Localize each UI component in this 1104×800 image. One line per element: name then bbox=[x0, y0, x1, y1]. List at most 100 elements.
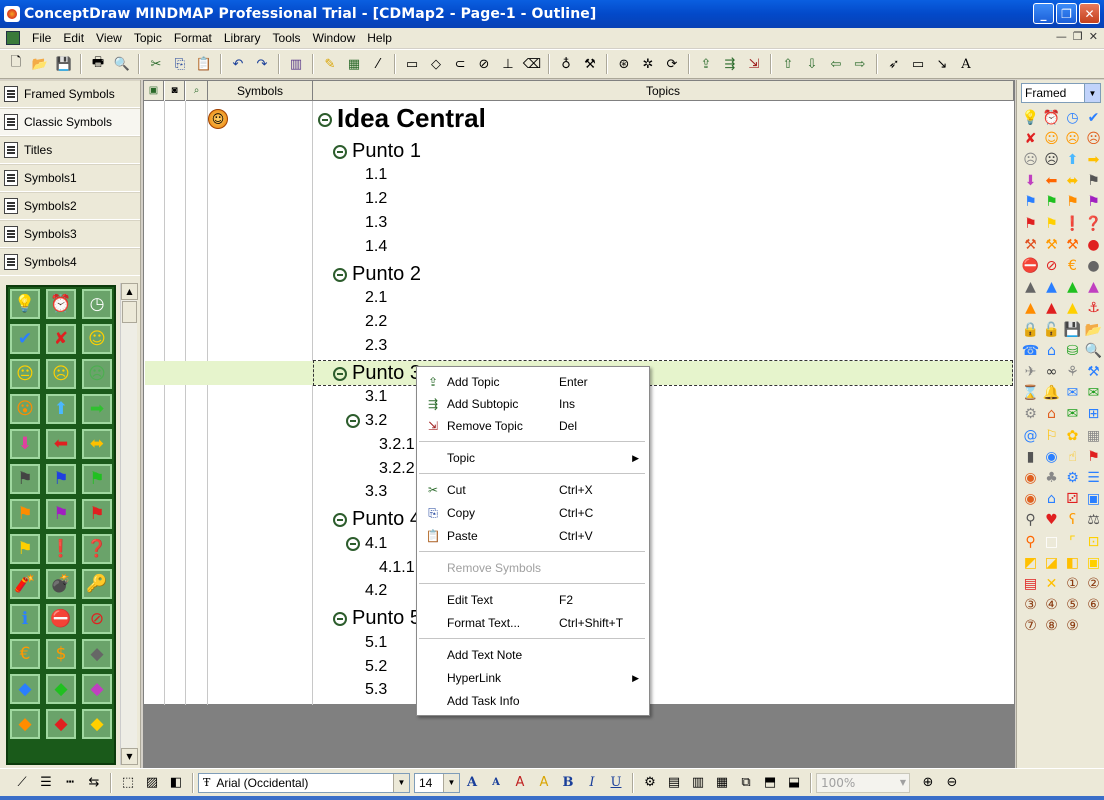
tab-symbols1[interactable]: Symbols1 bbox=[0, 164, 140, 192]
smiley-symbol-icon[interactable]: ☺ bbox=[208, 109, 228, 129]
checkmark-icon[interactable]: ✔ bbox=[10, 324, 40, 354]
topic-punto-5[interactable]: Punto 5 bbox=[333, 607, 421, 630]
app-icon[interactable] bbox=[4, 6, 20, 22]
half-icon[interactable]: ◩ bbox=[1021, 553, 1040, 572]
print-preview-icon[interactable]: 🔍 bbox=[112, 54, 132, 74]
bomb-icon[interactable]: 💣 bbox=[46, 569, 76, 599]
arrow-right-icon[interactable]: ➡ bbox=[1084, 150, 1103, 169]
globe-icon[interactable]: ◉ bbox=[1042, 447, 1061, 466]
info-icon[interactable]: ℹ bbox=[10, 604, 40, 634]
arrow-right-icon[interactable]: ➡ bbox=[82, 394, 112, 424]
flag-yellow-icon[interactable]: ⚑ bbox=[10, 534, 40, 564]
arrow-up-icon[interactable]: ⬆ bbox=[1063, 150, 1082, 169]
rotate-icon[interactable]: ⟳ bbox=[662, 54, 682, 74]
flag-blue-icon[interactable]: ⚑ bbox=[46, 464, 76, 494]
close-button[interactable]: ✕ bbox=[1079, 3, 1100, 24]
open-icon[interactable]: 📂 bbox=[30, 54, 50, 74]
gear-icon[interactable]: ⚙ bbox=[1021, 405, 1040, 424]
bear-icon[interactable]: ʕ bbox=[1063, 511, 1082, 530]
cross-icon[interactable]: ✘ bbox=[1021, 129, 1040, 148]
grid-icon[interactable]: ▦ bbox=[344, 54, 364, 74]
menu-item-format-text[interactable]: Format Text... Ctrl+Shift+T bbox=[419, 612, 647, 634]
question-icon[interactable]: ❓ bbox=[82, 534, 112, 564]
square-icon[interactable]: □ bbox=[1042, 532, 1061, 551]
no-entry-icon[interactable]: ⊘ bbox=[82, 604, 112, 634]
cross-icon[interactable]: ✘ bbox=[46, 324, 76, 354]
x-icon[interactable]: ✕ bbox=[1042, 574, 1061, 593]
heart-icon[interactable]: ♥ bbox=[1042, 511, 1061, 530]
menu-item-remove-topic[interactable]: ⇲ Remove Topic Del bbox=[419, 415, 647, 437]
map-layout-icon[interactable]: ⚙ bbox=[640, 773, 660, 793]
arrow-left-icon[interactable]: ⬅ bbox=[1042, 172, 1061, 191]
tab-symbols3[interactable]: Symbols3 bbox=[0, 220, 140, 248]
pointer-icon[interactable]: ➶ bbox=[884, 54, 904, 74]
project-icon[interactable]: ⬓ bbox=[784, 773, 804, 793]
chevron-down-icon[interactable]: ▼ bbox=[443, 773, 459, 792]
dynamite-icon[interactable]: 🧨 bbox=[10, 569, 40, 599]
calculator-icon[interactable]: ▦ bbox=[1084, 426, 1103, 445]
sick-face-icon[interactable]: ☹ bbox=[1021, 150, 1040, 169]
phone-icon[interactable]: ▮ bbox=[1021, 447, 1040, 466]
tag-icon[interactable]: ◇ bbox=[426, 54, 446, 74]
topic-item[interactable]: 4.2 bbox=[365, 582, 387, 600]
mail-icon[interactable]: ✉ bbox=[1063, 405, 1082, 424]
connector-icon[interactable]: ↘ bbox=[932, 54, 952, 74]
paste-icon[interactable]: 📋 bbox=[194, 54, 214, 74]
arrow-down-icon[interactable]: ⬇ bbox=[10, 429, 40, 459]
number-9-icon[interactable]: ⑨ bbox=[1063, 617, 1082, 636]
stamp-icon[interactable]: ⊥ bbox=[498, 54, 518, 74]
mail-green-icon[interactable]: ✉ bbox=[1084, 384, 1103, 403]
add-topic-icon[interactable]: ⇪ bbox=[696, 54, 716, 74]
eraser-icon[interactable]: ⌫ bbox=[522, 54, 542, 74]
triangle-red-icon[interactable]: ▲ bbox=[1042, 299, 1061, 318]
flag-yellow-icon[interactable]: ⚑ bbox=[1042, 214, 1061, 233]
line-tool-icon[interactable]: ⟋ bbox=[12, 773, 32, 793]
topic-item[interactable]: 2.3 bbox=[365, 337, 387, 355]
topic-punto-1[interactable]: Punto 1 bbox=[333, 140, 421, 163]
gem-red-icon[interactable]: ◆ bbox=[46, 709, 76, 739]
scale-icon[interactable]: ⚖ bbox=[1084, 511, 1103, 530]
menu-library[interactable]: Library bbox=[218, 31, 267, 45]
line-weight-icon[interactable]: ☰ bbox=[36, 773, 56, 793]
font-family-select[interactable]: Ŧ Arial (Occidental) ▼ bbox=[198, 772, 410, 793]
screen-icon[interactable]: ⊞ bbox=[1084, 405, 1103, 424]
gem-gray-icon[interactable]: ◆ bbox=[82, 639, 112, 669]
shadow-icon[interactable]: ◧ bbox=[166, 773, 186, 793]
layout-icon[interactable]: ⊛ bbox=[614, 54, 634, 74]
sick-face-icon[interactable]: ☹ bbox=[82, 359, 112, 389]
circle-icon[interactable]: ◉ bbox=[1021, 468, 1040, 487]
glasses-icon[interactable]: ∞ bbox=[1042, 362, 1061, 381]
clock-icon[interactable]: ⏰ bbox=[1042, 108, 1061, 127]
flag-orange-icon[interactable]: ⚑ bbox=[1063, 193, 1082, 212]
number-8-icon[interactable]: ⑧ bbox=[1042, 617, 1061, 636]
menu-help[interactable]: Help bbox=[361, 31, 398, 45]
collapse-icon[interactable] bbox=[333, 512, 347, 527]
dollar-icon[interactable]: $ bbox=[46, 639, 76, 669]
flag-icon[interactable]: ⚑ bbox=[1084, 172, 1103, 191]
menu-item-copy[interactable]: ⎘ Copy Ctrl+C bbox=[419, 502, 647, 524]
bold-button[interactable]: B bbox=[558, 773, 578, 793]
undo-icon[interactable]: ↶ bbox=[228, 54, 248, 74]
tie-icon[interactable]: ⚲ bbox=[1021, 511, 1040, 530]
collapse-icon[interactable] bbox=[333, 144, 347, 159]
corner-icon[interactable]: ⌜ bbox=[1063, 532, 1082, 551]
stop-icon[interactable]: ⛔ bbox=[1021, 256, 1040, 275]
triangle-yellow-icon[interactable]: ▲ bbox=[1063, 299, 1082, 318]
phone-icon[interactable]: ☎ bbox=[1021, 341, 1040, 360]
topic-item[interactable]: 1.2 bbox=[365, 190, 387, 208]
remove-topic-icon[interactable]: ⇲ bbox=[744, 54, 764, 74]
flag-purple-icon[interactable]: ⚑ bbox=[46, 499, 76, 529]
surprised-face-icon[interactable]: 😮 bbox=[10, 394, 40, 424]
menu-item-edit-text[interactable]: Edit Text F2 bbox=[419, 589, 647, 611]
settings-icon[interactable]: ⚙ bbox=[1063, 468, 1082, 487]
underline-button[interactable]: U bbox=[606, 773, 626, 793]
library-icon[interactable]: ▥ bbox=[286, 54, 306, 74]
menu-item-add-task-info[interactable]: Add Task Info bbox=[419, 690, 647, 712]
flag-icon[interactable]: ⚐ bbox=[1042, 426, 1061, 445]
sad-face-icon[interactable]: ☹ bbox=[46, 359, 76, 389]
pin-icon[interactable]: ⚲ bbox=[1021, 532, 1040, 551]
smiley-icon[interactable]: ☺ bbox=[1042, 129, 1061, 148]
topic-item[interactable]: 3.2.1 bbox=[379, 436, 415, 454]
scroll-thumb[interactable] bbox=[122, 301, 137, 323]
tab-classic-symbols[interactable]: Classic Symbols bbox=[0, 108, 140, 136]
